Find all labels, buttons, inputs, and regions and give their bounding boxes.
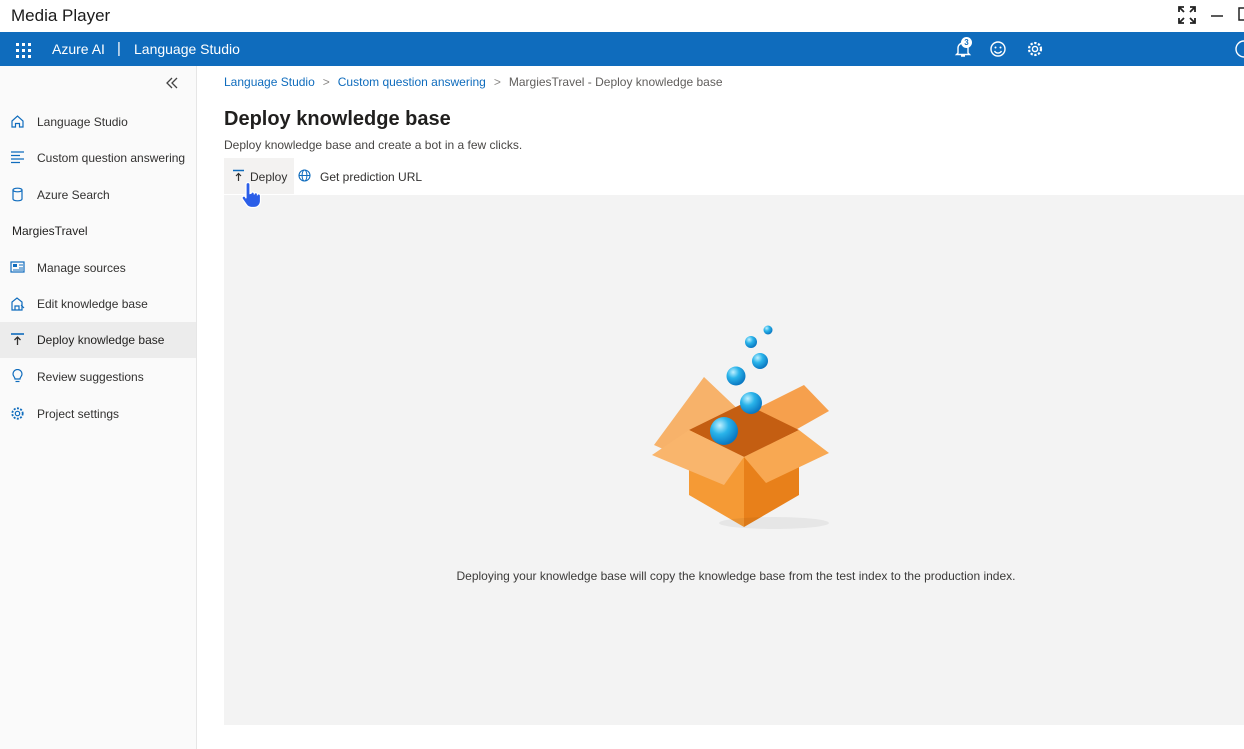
globe-icon (298, 169, 311, 182)
sidebar-item-label: Manage sources (37, 261, 126, 275)
header-separator: | (117, 40, 121, 57)
app-header: Azure AI | Language Studio 3 (0, 32, 1244, 66)
collapse-nav-icon[interactable] (163, 74, 181, 92)
sidebar-item-label: Custom question answering (37, 151, 186, 165)
chevron-right-icon: > (322, 75, 330, 89)
chevron-right-icon: > (493, 75, 501, 89)
sidebar-item-label: Review suggestions (37, 370, 144, 384)
gear-icon (10, 406, 25, 421)
account-avatar[interactable] (1229, 40, 1244, 58)
home-icon (10, 114, 25, 129)
window-title: Media Player (11, 6, 111, 25)
database-icon (10, 187, 25, 202)
sidebar-item-language-studio[interactable]: Language Studio (0, 104, 196, 140)
page-title: Deploy knowledge base (224, 108, 451, 130)
deploy-empty-state-panel: Deploying your knowledge base will copy … (224, 195, 1244, 725)
sidebar-item-project-settings[interactable]: Project settings (0, 396, 196, 432)
sidebar-item-edit-knowledge-base[interactable]: Edit knowledge base (0, 286, 196, 322)
breadcrumb-custom-question-answering[interactable]: Custom question answering (338, 75, 486, 89)
project-name-heading: MargiesTravel (12, 224, 88, 238)
feedback-smiley-icon[interactable] (989, 40, 1007, 58)
sidebar-item-label: Language Studio (37, 115, 128, 129)
sidebar-item-custom-question-answering[interactable]: Custom question answering (0, 140, 196, 176)
deploy-icon (10, 332, 25, 347)
breadcrumb-language-studio[interactable]: Language Studio (224, 75, 315, 89)
breadcrumb: Language Studio > Custom question answerin… (224, 75, 723, 89)
maximize-icon[interactable] (1236, 4, 1244, 26)
minimize-icon[interactable] (1207, 4, 1229, 26)
fullscreen-icon[interactable] (1176, 4, 1198, 26)
sidebar-item-manage-sources[interactable]: Manage sources (0, 250, 196, 286)
sidebar-nav: Language Studio Custom question answerin… (0, 66, 197, 749)
breadcrumb-current: MargiesTravel - Deploy knowledge base (508, 75, 723, 89)
get-prediction-url-button[interactable]: Get prediction URL (298, 158, 428, 194)
get-prediction-url-label: Get prediction URL (320, 170, 423, 184)
notification-count-badge: 3 (961, 37, 972, 48)
knowledge-base-icon (10, 296, 25, 311)
sidebar-item-deploy-knowledge-base[interactable]: Deploy knowledge base (0, 322, 196, 358)
sources-icon (10, 260, 25, 275)
lightbulb-icon (10, 368, 25, 384)
sidebar-item-label: Azure Search (37, 188, 110, 202)
sidebar-item-label: Deploy knowledge base (37, 333, 165, 347)
sidebar-item-azure-search[interactable]: Azure Search (0, 177, 196, 213)
sidebar-item-review-suggestions[interactable]: Review suggestions (0, 359, 196, 395)
open-box-illustration (644, 315, 834, 535)
product-name-link[interactable]: Language Studio (134, 41, 240, 57)
hand-cursor-icon (240, 180, 264, 210)
app-launcher-icon[interactable] (16, 43, 31, 58)
deploy-info-message: Deploying your knowledge base will copy … (456, 569, 1016, 583)
list-icon (10, 150, 25, 165)
sidebar-item-label: Project settings (37, 407, 120, 421)
brand-link[interactable]: Azure AI (52, 41, 105, 57)
window-title-bar: Media Player (0, 0, 1244, 32)
sidebar-item-label: Edit knowledge base (37, 297, 148, 311)
page-subtitle: Deploy knowledge base and create a bot i… (224, 138, 523, 152)
settings-gear-icon[interactable] (1026, 40, 1044, 58)
